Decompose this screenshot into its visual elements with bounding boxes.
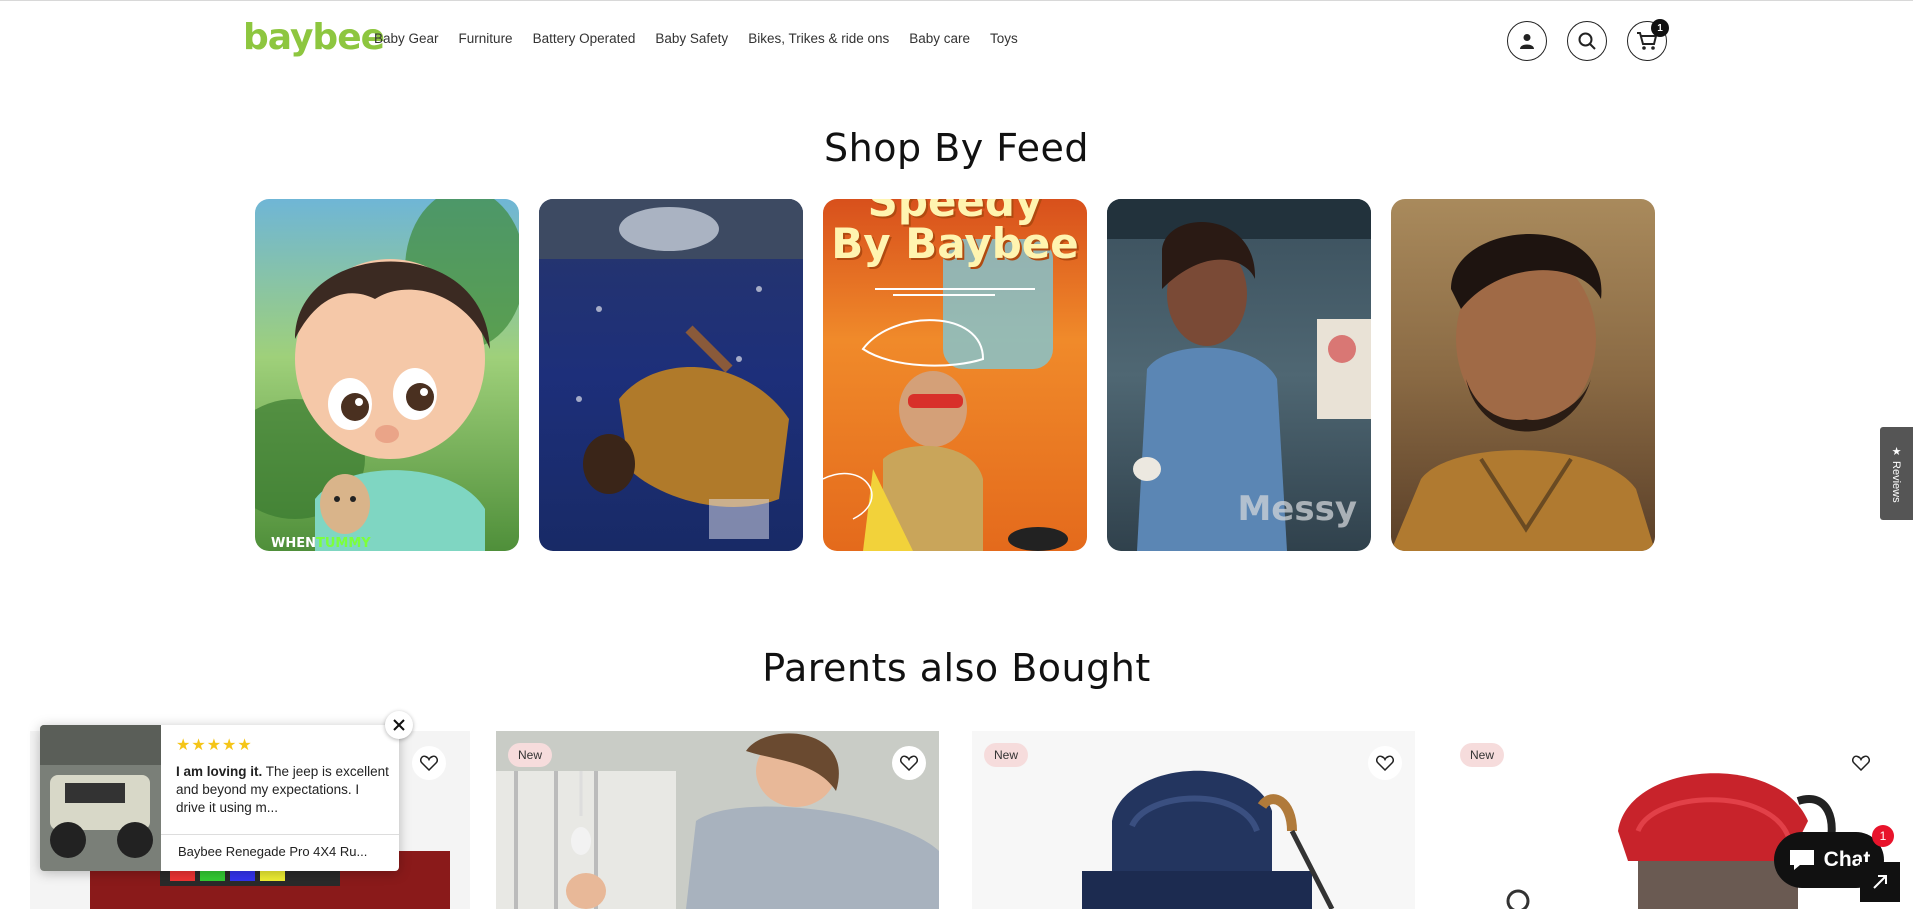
feed-card-1-caption-a: WHEN (271, 536, 316, 551)
chat-notification-badge: 1 (1872, 825, 1894, 847)
product-card-3[interactable]: New (972, 731, 1415, 909)
site-header: baybee Baby Gear Furniture Battery Opera… (0, 0, 1913, 78)
product-card-3-image (1082, 770, 1335, 909)
review-popup[interactable]: ★★★★★ I am loving it. The jeep is excell… (40, 725, 399, 871)
nav-baby-care[interactable]: Baby care (909, 31, 970, 46)
nav-toys[interactable]: Toys (990, 31, 1018, 46)
feed-card-4[interactable]: Messy (1107, 199, 1371, 551)
heart-icon (1852, 755, 1870, 771)
close-icon (393, 719, 405, 731)
feed-card-1-caption-b: TUMMY (315, 536, 371, 551)
arrow-icon (1873, 875, 1887, 889)
feed-card-3-caption-b: By Baybee (831, 219, 1079, 268)
cart-button[interactable]: 1 (1627, 19, 1669, 61)
new-badge: New (1460, 743, 1505, 767)
nav-baby-gear[interactable]: Baby Gear (374, 31, 439, 46)
corner-expand-button[interactable] (1860, 862, 1900, 902)
review-product-name[interactable]: Baybee Renegade Pro 4X4 Ru... (178, 844, 367, 859)
product-card-2[interactable]: New (496, 731, 939, 909)
feed-card-2[interactable] (539, 199, 803, 551)
products-section-title: Parents also Bought (762, 646, 1151, 690)
nav-bikes-trikes[interactable]: Bikes, Trikes & ride ons (748, 31, 889, 46)
review-text: I am loving it. The jeep is excellent an… (176, 763, 390, 819)
search-button[interactable] (1567, 21, 1607, 61)
feed-card-2-image (539, 199, 803, 539)
feed-card-1[interactable]: WHENTUMMY (255, 199, 519, 551)
review-stars: ★★★★★ (176, 735, 253, 754)
heart-icon (900, 755, 918, 771)
nav-battery-operated[interactable]: Battery Operated (533, 31, 636, 46)
review-close-button[interactable] (385, 711, 413, 739)
wishlist-button[interactable] (412, 746, 446, 780)
account-button[interactable] (1507, 21, 1547, 61)
product-card-2-image (496, 731, 939, 909)
feed-card-3[interactable]: Speedy By Baybee (823, 199, 1087, 551)
new-badge: New (508, 743, 553, 767)
chat-bubble-icon (1789, 850, 1814, 870)
new-badge: New (984, 743, 1029, 767)
feed-card-5-image (1391, 234, 1655, 551)
search-icon (1578, 32, 1596, 50)
review-divider (161, 834, 399, 835)
account-icon (1520, 34, 1534, 49)
review-popup-image (40, 725, 161, 871)
cart-count-badge: 1 (1651, 19, 1669, 37)
wishlist-button[interactable] (1844, 746, 1878, 780)
nav-furniture[interactable]: Furniture (459, 31, 513, 46)
feed-card-1-image (255, 199, 519, 551)
reviews-side-tab[interactable]: ★ Reviews (1880, 427, 1913, 520)
wishlist-button[interactable] (892, 746, 926, 780)
feed-section-title: Shop By Feed (824, 126, 1089, 170)
heart-icon (420, 755, 438, 771)
feed-card-5[interactable] (1391, 199, 1655, 551)
main-nav: Baby Gear Furniture Battery Operated Bab… (374, 31, 1038, 46)
review-headline: I am loving it. (176, 764, 263, 779)
heart-icon (1376, 755, 1394, 771)
wishlist-button[interactable] (1368, 746, 1402, 780)
nav-baby-safety[interactable]: Baby Safety (655, 31, 728, 46)
feed-carousel: WHENTUMMY Speedy By Baybee Messy (255, 199, 1655, 551)
baybee-logo[interactable]: baybee (243, 17, 385, 58)
feed-card-4-caption: Messy (1237, 489, 1357, 529)
